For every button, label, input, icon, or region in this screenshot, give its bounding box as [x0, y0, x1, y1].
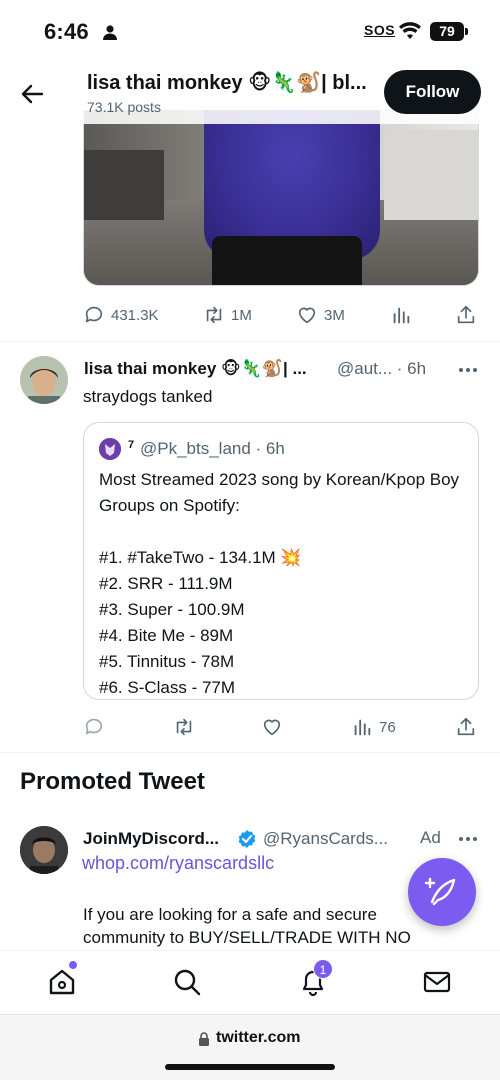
- profile-header: lisa thai monkey 🐵🦎🐒| bl... 73.1K posts …: [0, 62, 500, 124]
- views-button[interactable]: [390, 301, 412, 329]
- compose-button[interactable]: [408, 858, 476, 926]
- retweet-icon: [206, 306, 222, 324]
- quote-superscript: 7: [128, 439, 135, 451]
- promoted-text: If you are looking for a safe and secure…: [83, 905, 411, 947]
- lock-icon: [199, 1032, 209, 1046]
- share-button[interactable]: [455, 713, 477, 741]
- quote-tweet[interactable]: 7 @Pk_bts_land · 6h Most Streamed 2023 s…: [83, 422, 479, 700]
- avatar-image: [20, 826, 68, 874]
- more-icon[interactable]: [456, 358, 480, 382]
- prev-tweet-actions: 431.3K 1M 3M: [83, 301, 479, 329]
- like-count: 3M: [324, 306, 345, 324]
- more-icon[interactable]: [456, 827, 480, 851]
- quote-avatar: [99, 438, 121, 460]
- person-icon: [103, 25, 117, 40]
- url-text: twitter.com: [216, 1029, 301, 1046]
- quote-text: Most Streamed 2023 song by Korean/Kpop B…: [99, 470, 460, 697]
- retweet-icon: [176, 718, 192, 736]
- tweet-actions: 76: [83, 713, 479, 741]
- share-icon: [457, 717, 475, 736]
- like-button[interactable]: 3M: [296, 301, 345, 329]
- like-icon: [298, 307, 316, 324]
- back-arrow-icon[interactable]: [18, 80, 46, 108]
- battery-indicator: 79: [430, 22, 464, 41]
- home-unread-dot: [69, 961, 77, 969]
- views-count: 76: [379, 718, 396, 736]
- wifi-icon: [399, 22, 421, 39]
- avatar[interactable]: [20, 356, 68, 404]
- section-title: Promoted Tweet: [20, 768, 205, 795]
- photo-cabinet: [84, 150, 164, 220]
- retweet-button[interactable]: [173, 713, 195, 741]
- reply-icon: [85, 718, 103, 735]
- avatar-image: [20, 356, 68, 404]
- mail-icon[interactable]: [422, 967, 452, 997]
- photo-sofa: [384, 130, 478, 220]
- views-icon: [393, 307, 410, 324]
- profile-name: lisa thai monkey 🐵🦎🐒| bl...: [87, 72, 367, 94]
- promoted-handle: @RyansCards...: [263, 829, 388, 848]
- reply-button[interactable]: [83, 713, 105, 741]
- photo-pants: [212, 236, 362, 285]
- divider: [0, 752, 500, 753]
- reply-count: 431.3K: [111, 306, 159, 324]
- ad-label: Ad: [420, 828, 441, 847]
- bottom-nav: 1: [0, 950, 500, 1014]
- sos-indicator: SOS: [364, 22, 396, 38]
- avatar[interactable]: [20, 826, 68, 874]
- tweet-text: straydogs tanked: [83, 387, 213, 406]
- like-button[interactable]: [261, 713, 283, 741]
- share-icon: [457, 305, 475, 324]
- retweet-count: 1M: [231, 306, 252, 324]
- promoted-author-name[interactable]: JoinMyDiscord...: [83, 829, 219, 849]
- share-button[interactable]: [455, 301, 477, 329]
- verified-icon: [238, 830, 256, 848]
- reply-button[interactable]: 431.3K: [83, 301, 159, 329]
- notifications-badge: 1: [313, 959, 333, 979]
- status-time: 6:46: [44, 19, 89, 44]
- promoted-link[interactable]: whop.com/ryanscardsllc: [82, 853, 274, 874]
- status-bar: 6:46 SOS 79: [0, 0, 500, 62]
- like-icon: [263, 719, 281, 736]
- divider: [0, 341, 500, 342]
- retweet-button[interactable]: 1M: [203, 301, 252, 329]
- search-icon[interactable]: [172, 967, 202, 997]
- follow-button[interactable]: Follow: [384, 70, 481, 114]
- home-icon[interactable]: [47, 967, 77, 997]
- tweet-photo[interactable]: [83, 110, 479, 286]
- compose-icon: [424, 877, 456, 906]
- post-count: 73.1K posts: [87, 99, 161, 115]
- home-indicator[interactable]: [165, 1064, 335, 1070]
- views-button[interactable]: 76: [351, 713, 396, 741]
- views-icon: [354, 719, 371, 736]
- tweet-author-name[interactable]: lisa thai monkey 🐵🦎🐒| ...: [84, 359, 307, 379]
- reply-icon: [85, 306, 103, 323]
- tweet-handle-time: @aut... · 6h: [337, 359, 427, 378]
- battery-nub: [465, 28, 468, 35]
- quote-avatar-image: [99, 438, 121, 460]
- quote-handle-time: @Pk_bts_land · 6h: [140, 439, 285, 458]
- browser-url-bar[interactable]: twitter.com: [0, 1014, 500, 1080]
